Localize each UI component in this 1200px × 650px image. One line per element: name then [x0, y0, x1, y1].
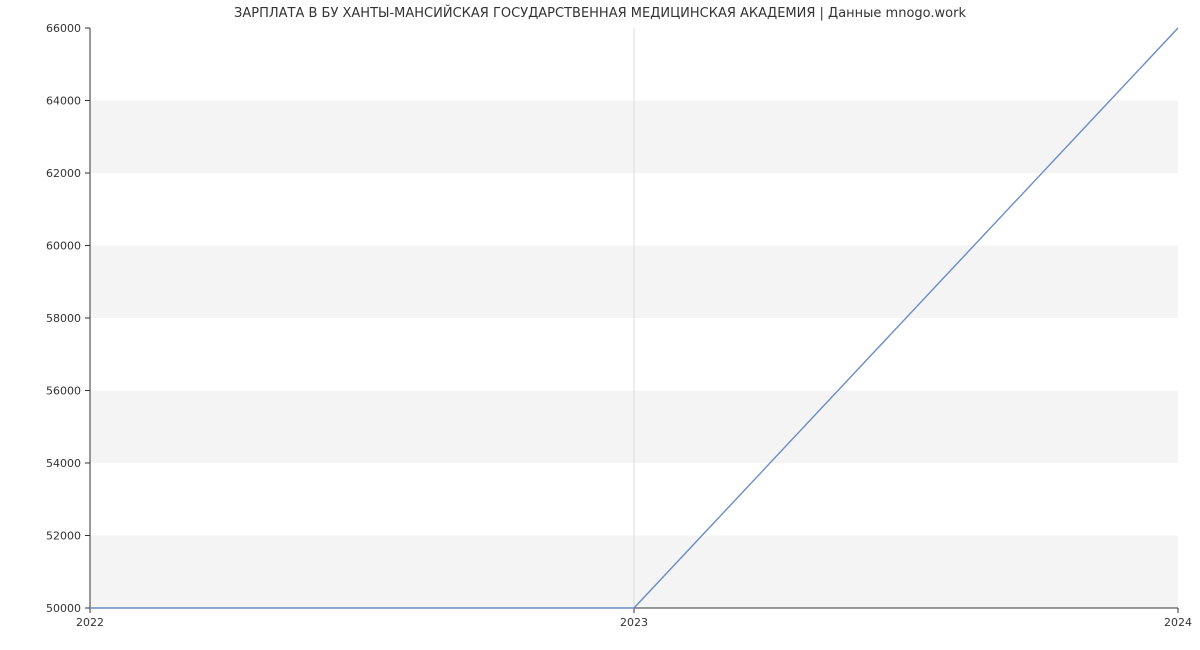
y-tick-label: 56000 [46, 385, 81, 398]
chart-title: ЗАРПЛАТА В БУ ХАНТЫ-МАНСИЙСКАЯ ГОСУДАРСТ… [0, 6, 1200, 21]
y-tick-label: 50000 [46, 602, 81, 615]
x-tick-label: 2023 [620, 616, 648, 629]
y-tick-label: 60000 [46, 240, 81, 253]
x-tick-label: 2024 [1164, 616, 1192, 629]
y-tick-label: 62000 [46, 167, 81, 180]
y-tick-label: 64000 [46, 95, 81, 108]
chart-container: ЗАРПЛАТА В БУ ХАНТЫ-МАНСИЙСКАЯ ГОСУДАРСТ… [0, 0, 1200, 650]
y-tick-label: 54000 [46, 457, 81, 470]
y-tick-label: 66000 [46, 22, 81, 35]
x-tick-label: 2022 [76, 616, 104, 629]
chart-svg: 50000 52000 54000 56000 58000 60000 62000 64000… [0, 0, 1200, 650]
y-tick-label: 52000 [46, 530, 81, 543]
y-tick-label: 58000 [46, 312, 81, 325]
